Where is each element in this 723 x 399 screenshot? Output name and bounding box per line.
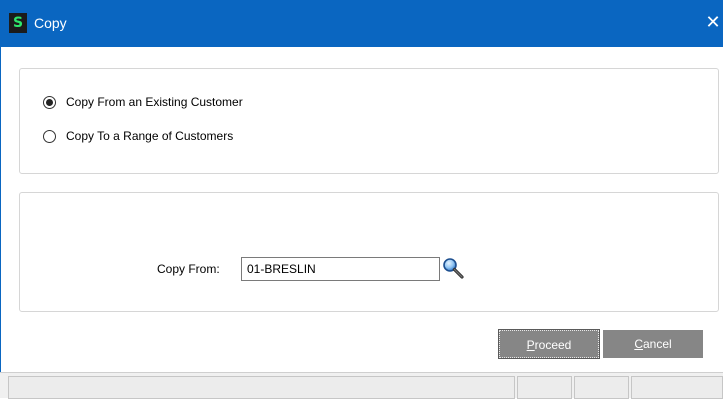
status-panel xyxy=(574,376,629,399)
cancel-label: ancel xyxy=(642,337,672,351)
copy-from-label: Copy From: xyxy=(157,262,220,276)
copy-mode-panel xyxy=(19,68,719,174)
window-border xyxy=(0,47,1,398)
close-icon[interactable]: ✕ xyxy=(703,11,723,35)
radio-copy-to-range[interactable]: Copy To a Range of Customers xyxy=(43,128,233,144)
cancel-hotkey: C xyxy=(634,337,643,351)
proceed-hotkey: P xyxy=(526,338,535,352)
proceed-button[interactable]: Proceed xyxy=(498,329,600,359)
copy-from-panel xyxy=(19,192,719,312)
status-panel xyxy=(517,376,572,399)
radio-button[interactable] xyxy=(43,129,56,143)
copy-from-input[interactable]: 01-BRESLIN xyxy=(241,257,440,281)
window-title: Copy xyxy=(34,15,67,31)
radio-label: Copy From an Existing Customer xyxy=(66,95,243,109)
status-panel-main xyxy=(8,376,515,399)
status-panel xyxy=(631,376,723,399)
radio-button-selected[interactable] xyxy=(43,95,56,109)
cancel-button[interactable]: Cancel xyxy=(603,330,703,358)
radio-copy-from-existing[interactable]: Copy From an Existing Customer xyxy=(43,94,243,110)
title-bar: S Copy ✕ xyxy=(0,0,723,47)
radio-label: Copy To a Range of Customers xyxy=(66,129,234,143)
status-bar xyxy=(0,372,723,399)
sage-app-icon: S xyxy=(9,13,27,33)
proceed-label: roceed xyxy=(534,338,572,352)
magnifier-icon[interactable] xyxy=(441,256,467,280)
